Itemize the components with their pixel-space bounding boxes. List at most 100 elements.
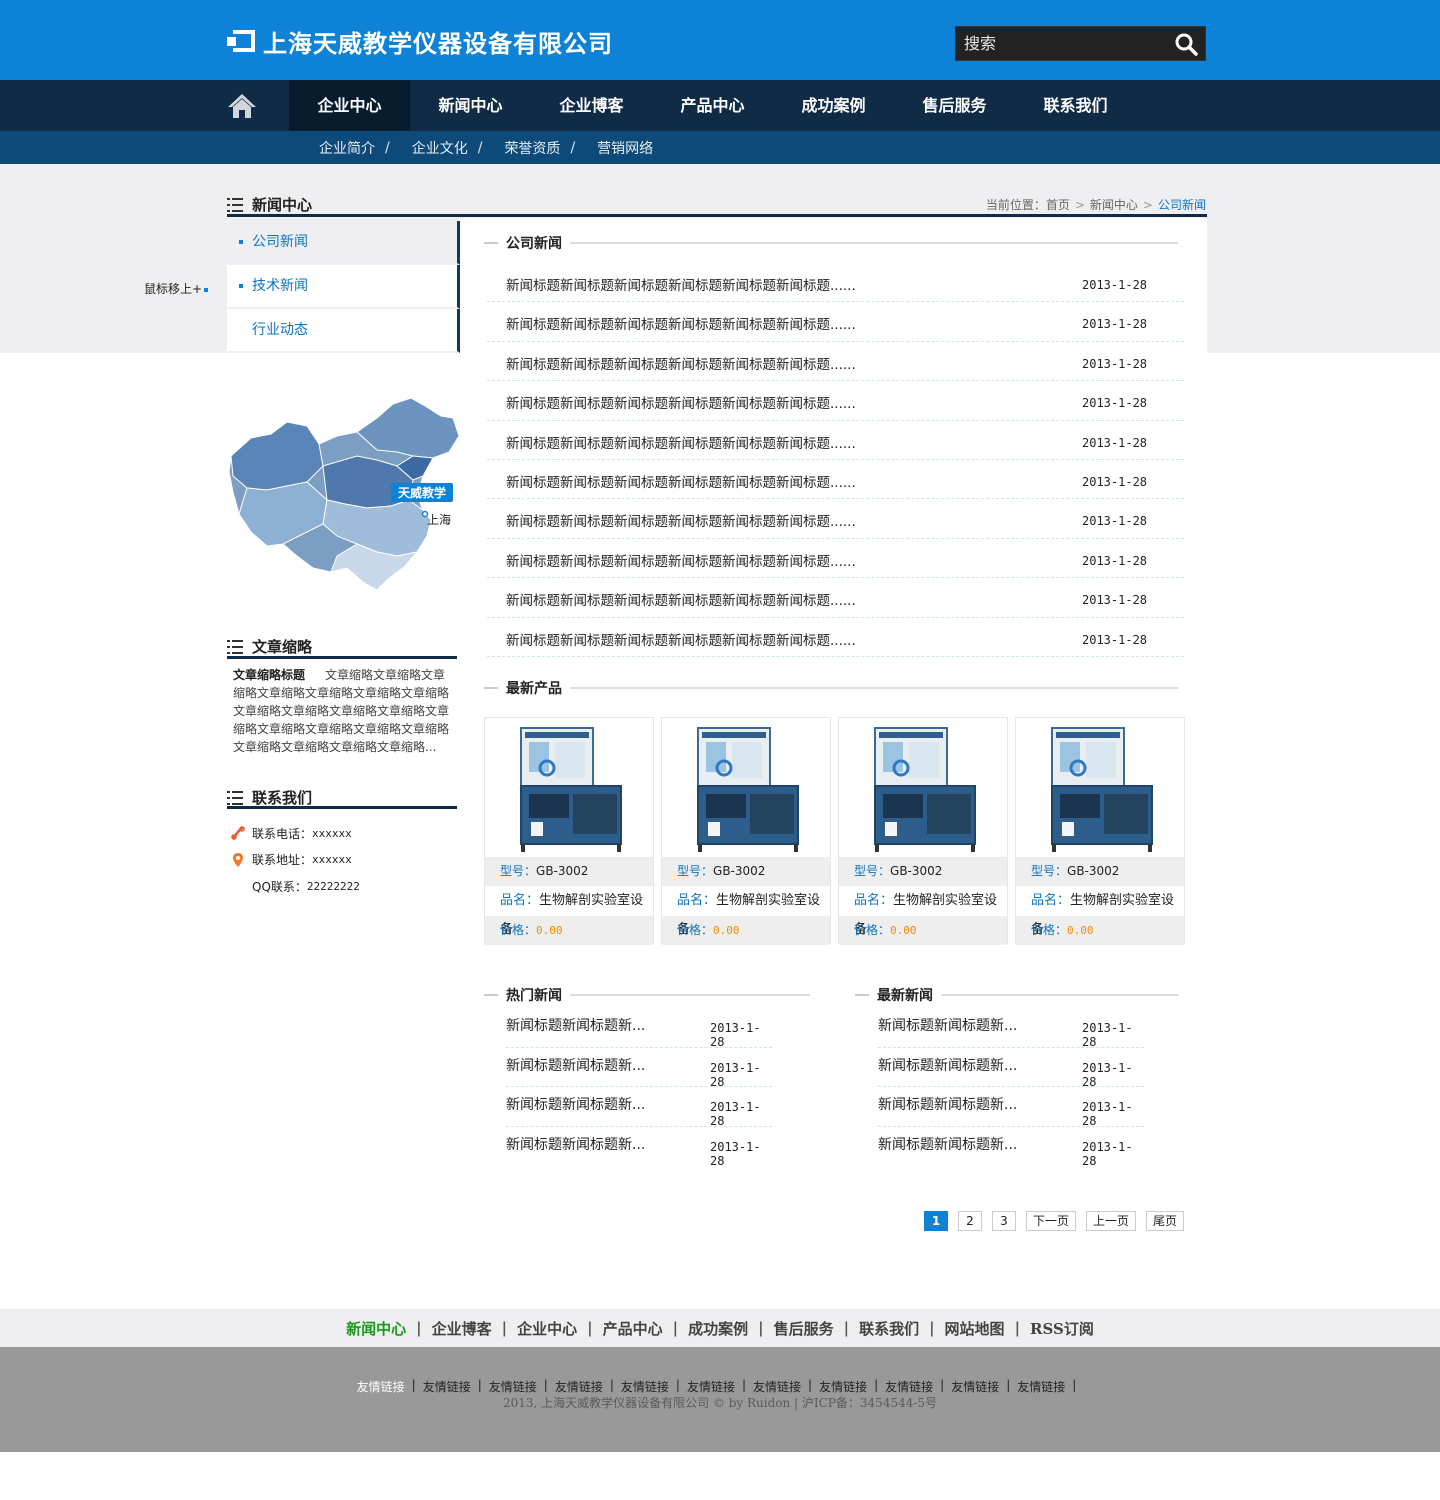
footer-nav-item[interactable]: 企业博客 — [432, 1318, 492, 1339]
footer-nav-item[interactable]: 企业中心 — [517, 1318, 577, 1339]
latest-news-list: 新闻标题新闻标题新... 2013-1-28 新闻标题新闻标题新... 2013-1-… — [878, 1008, 1144, 1168]
prev-page-button[interactable]: 上一页 — [1086, 1211, 1137, 1231]
news-row[interactable]: 新闻标题新闻标题新闻标题新闻标题新闻标题新闻标题...... 2013-1-28 — [487, 381, 1184, 421]
news-row[interactable]: 新闻标题新闻标题新闻标题新闻标题新闻标题新闻标题...... 2013-1-28 — [487, 302, 1184, 342]
friend-link[interactable]: 友情链接 — [687, 1378, 735, 1395]
news-row[interactable]: 新闻标题新闻标题新闻标题新闻标题新闻标题新闻标题...... 2013-1-28 — [487, 460, 1184, 500]
news-row[interactable]: 新闻标题新闻标题新... 2013-1-28 — [506, 1087, 772, 1128]
news-date: 2013-1-28 — [1082, 514, 1148, 529]
side-menu-tech-news[interactable]: 技术新闻 — [227, 265, 460, 309]
footer-nav-item[interactable]: 成功案例 — [688, 1318, 748, 1339]
product-model: 型号：GB-3002 — [854, 864, 943, 878]
news-row[interactable]: 新闻标题新闻标题新闻标题新闻标题新闻标题新闻标题...... 2013-1-28 — [487, 263, 1184, 303]
news-row[interactable]: 新闻标题新闻标题新... 2013-1-28 — [878, 1087, 1144, 1128]
footer-nav-item[interactable]: 产品中心 — [603, 1318, 663, 1339]
last-page-button[interactable]: 尾页 — [1146, 1211, 1185, 1231]
product-card[interactable]: 型号：GB-3002 品名：生物解剖实验室设备 价格：0.00 — [1015, 717, 1185, 945]
nav-item-products[interactable]: 产品中心 — [652, 80, 773, 131]
friend-link[interactable]: 友情链接 — [1017, 1378, 1065, 1395]
friend-link[interactable]: 友情链接 — [819, 1378, 867, 1395]
footer-separator: | — [1014, 1319, 1021, 1337]
subnav-item-culture[interactable]: 企业文化 — [412, 138, 468, 158]
contact-address: 联系地址： xxxxxx — [230, 847, 360, 874]
news-row[interactable]: 新闻标题新闻标题新闻标题新闻标题新闻标题新闻标题...... 2013-1-28 — [487, 578, 1184, 618]
footer-nav-item[interactable]: 网站地图 — [945, 1318, 1005, 1339]
search-icon[interactable] — [1173, 31, 1199, 57]
news-title: 新闻标题新闻标题新闻标题新闻标题新闻标题新闻标题...... — [506, 317, 856, 334]
summary-text[interactable]: 文章缩略标题 文章缩略文章缩略文章缩略文章缩略文章缩略文章缩略文章缩略文章缩略文章… — [233, 666, 455, 756]
friend-link[interactable]: 友情链接 — [357, 1378, 405, 1395]
chevron-right-icon: > — [1074, 197, 1085, 212]
nav-item-blog[interactable]: 企业博客 — [531, 80, 652, 131]
subnav-item-network[interactable]: 营销网络 — [597, 138, 653, 158]
side-menu-company-news[interactable]: 公司新闻 — [227, 221, 460, 265]
subnav-item-intro[interactable]: 企业简介 — [319, 138, 375, 158]
sub-nav: 企业简介 / 企业文化 / 荣誉资质 / 营销网络 — [0, 131, 1440, 164]
product-grid: 型号：GB-3002 品名：生物解剖实验室设备 价格：0.00 型号：GB-3002 品… — [484, 717, 1192, 945]
news-row[interactable]: 新闻标题新闻标题新闻标题新闻标题新闻标题新闻标题...... 2013-1-28 — [487, 539, 1184, 579]
nav-item-contact[interactable]: 联系我们 — [1015, 80, 1136, 131]
news-center-title: 新闻中心 — [227, 194, 312, 215]
nav-item-enterprise[interactable]: 企业中心 — [289, 80, 410, 131]
breadcrumb-home[interactable]: 首页 — [1046, 196, 1070, 213]
news-title: 新闻标题新闻标题新... — [506, 1097, 646, 1113]
footer-nav-item[interactable]: 售后服务 — [774, 1318, 834, 1339]
news-row[interactable]: 新闻标题新闻标题新... 2013-1-28 — [878, 1008, 1144, 1049]
footer-nav-item[interactable]: RSS订阅 — [1030, 1318, 1094, 1339]
friend-link[interactable]: 友情链接 — [621, 1378, 669, 1395]
nav-item-service[interactable]: 售后服务 — [894, 80, 1015, 131]
map-location-tag[interactable]: 天威教学 — [391, 483, 454, 502]
product-card[interactable]: 型号：GB-3002 品名：生物解剖实验室设备 价格：0.00 — [838, 717, 1008, 945]
list-icon — [227, 639, 243, 654]
product-card[interactable]: 型号：GB-3002 品名：生物解剖实验室设备 价格：0.00 — [661, 717, 831, 945]
page-2-button[interactable]: 2 — [958, 1211, 982, 1231]
friend-link[interactable]: 友情链接 — [489, 1378, 537, 1395]
news-row[interactable]: 新闻标题新闻标题新闻标题新闻标题新闻标题新闻标题...... 2013-1-28 — [487, 421, 1184, 460]
nav-item-news[interactable]: 新闻中心 — [410, 80, 531, 131]
news-row[interactable]: 新闻标题新闻标题新... 2013-1-28 — [878, 1048, 1144, 1089]
side-menu-industry[interactable]: 行业动态 — [227, 309, 460, 353]
page-3-button[interactable]: 3 — [992, 1211, 1016, 1231]
friend-link[interactable]: 友情链接 — [423, 1378, 471, 1395]
link-separator: | — [940, 1378, 945, 1392]
friend-link[interactable]: 友情链接 — [885, 1378, 933, 1395]
subnav-item-honors[interactable]: 荣誉资质 — [504, 138, 560, 158]
footer-separator: | — [929, 1319, 935, 1337]
product-card[interactable]: 型号：GB-3002 品名：生物解剖实验室设备 价格：0.00 — [484, 717, 654, 945]
news-row[interactable]: 新闻标题新闻标题新... 2013-1-28 — [506, 1008, 772, 1049]
news-row[interactable]: 新闻标题新闻标题新闻标题新闻标题新闻标题新闻标题...... 2013-1-28 — [487, 499, 1184, 539]
hot-news-title: 热门新闻 — [484, 985, 810, 1005]
link-separator: | — [543, 1378, 548, 1392]
friend-link[interactable]: 友情链接 — [951, 1378, 999, 1395]
news-row[interactable]: 新闻标题新闻标题新闻标题新闻标题新闻标题新闻标题...... 2013-1-28 — [487, 618, 1184, 657]
search-input[interactable] — [956, 27, 1166, 60]
news-date: 2013-1-28 — [710, 1021, 761, 1049]
next-page-button[interactable]: 下一页 — [1026, 1211, 1077, 1231]
news-row[interactable]: 新闻标题新闻标题新... 2013-1-28 — [506, 1048, 772, 1089]
news-date: 2013-1-28 — [1082, 474, 1148, 489]
title-rule — [227, 214, 1207, 217]
copyright: 2013, 上海天威教学仪器设备有限公司 © by Ruidon | 沪ICP备… — [502, 1396, 938, 1410]
link-separator: | — [1072, 1378, 1077, 1392]
nav-item-cases[interactable]: 成功案例 — [773, 80, 894, 131]
footer-separator: | — [843, 1319, 850, 1337]
page-1-button[interactable]: 1 — [924, 1211, 948, 1231]
breadcrumb-news[interactable]: 新闻中心 — [1090, 196, 1138, 213]
side-menu: 公司新闻 技术新闻 行业动态 — [227, 221, 460, 353]
footer-nav-item[interactable]: 联系我们 — [859, 1318, 919, 1339]
friend-link[interactable]: 友情链接 — [555, 1378, 603, 1395]
news-title: 新闻标题新闻标题新闻标题新闻标题新闻标题新闻标题...... — [506, 514, 856, 531]
footer-nav-item[interactable]: 新闻中心 — [346, 1318, 406, 1339]
news-row[interactable]: 新闻标题新闻标题新... 2013-1-28 — [506, 1127, 772, 1168]
news-row[interactable]: 新闻标题新闻标题新闻标题新闻标题新闻标题新闻标题...... 2013-1-28 — [487, 342, 1184, 382]
breadcrumb-current[interactable]: 公司新闻 — [1158, 196, 1206, 213]
product-model: 型号：GB-3002 — [1031, 864, 1120, 878]
site-logo[interactable]: 上海天威教学仪器设备有限公司 — [227, 24, 613, 58]
footer-nav: 新闻中心 | 企业博客 | 企业中心 | 产品中心 | 成功案例 | 售后服务 | 联系我们 | 网站地图 |… — [0, 1309, 1440, 1347]
product-name: 品名：生物解剖实验室设备 — [485, 886, 653, 937]
news-row[interactable]: 新闻标题新闻标题新... 2013-1-28 — [878, 1127, 1144, 1168]
news-date: 2013-1-28 — [1082, 317, 1148, 332]
footer-separator: | — [587, 1319, 593, 1337]
home-icon[interactable] — [227, 92, 257, 120]
friend-link[interactable]: 友情链接 — [753, 1378, 801, 1395]
